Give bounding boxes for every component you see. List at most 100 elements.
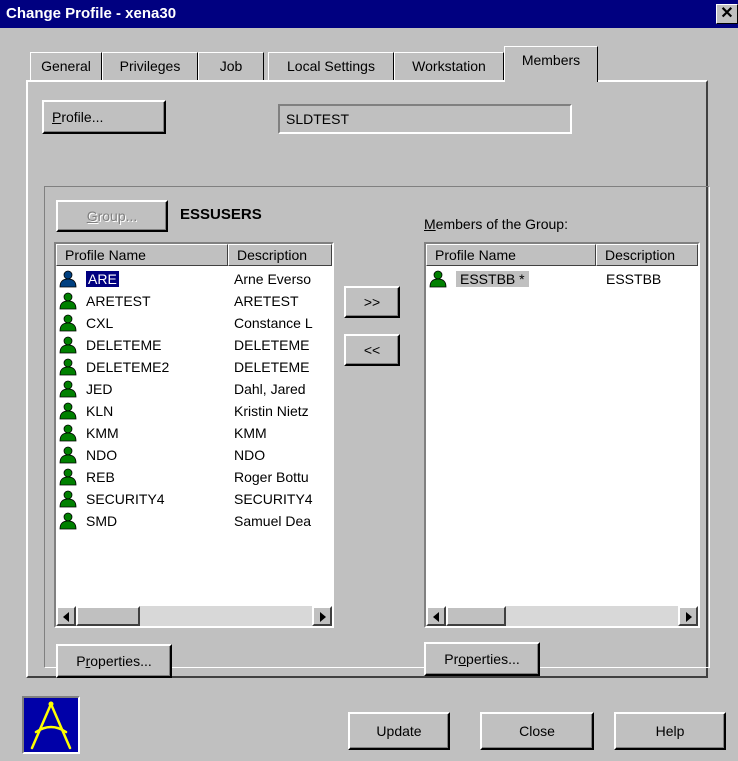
right-horizontal-scrollbar[interactable] [426,606,698,626]
tab-members[interactable]: Members [504,46,598,82]
profile-name-cell: JED [60,378,112,400]
description-cell: SECURITY4 [234,491,313,507]
profile-name-cell: KMM [60,422,119,444]
group-members-list[interactable]: Profile Name Description ESSTBB * ESSTBB [424,242,700,628]
profile-name-text: ARETEST [86,293,151,309]
description-cell: NDO [234,447,266,463]
members-label-text: embers of the Group: [435,216,568,232]
profile-name-cell: REB [60,466,115,488]
profile-name-text: ESSTBB * [456,271,529,287]
profile-name-text: CXL [86,315,114,331]
profile-name-text: REB [86,469,115,485]
list-item[interactable]: KLN Kristin Nietz [56,400,332,422]
list-item[interactable]: ARETEST ARETEST [56,290,332,312]
profile-name-cell: ARE [60,268,120,290]
close-icon[interactable]: ✕ [716,4,738,24]
tab-privileges[interactable]: Privileges [102,52,198,80]
list-item[interactable]: ARE Arne Everso [56,268,332,290]
tab-general-label: General [41,58,91,74]
description-cell: KMM [234,425,267,441]
list-item[interactable]: SECURITY4 SECURITY4 [56,488,332,510]
title-bar: Change Profile - xena30 ✕ [0,0,738,28]
tab-job[interactable]: Job [198,52,264,80]
add-member-button[interactable]: >> [344,286,400,318]
list-item[interactable]: JED Dahl, Jared [56,378,332,400]
profile-name-cell: KLN [60,400,113,422]
profile-name-cell: ESSTBB * [430,268,529,290]
available-profiles-list[interactable]: Profile Name Description ARE Arne Everso A… [54,242,334,628]
properties-left-pre: P [76,653,86,669]
group-button-label: roup... [97,208,138,224]
properties-right-accel: o [458,651,467,667]
list-item[interactable]: NDO NDO [56,444,332,466]
list-item[interactable]: DELETEME DELETEME [56,334,332,356]
profile-name-text: NDO [86,447,118,463]
group-button[interactable]: Group... [56,200,168,232]
properties-left-button[interactable]: Properties... [56,644,172,678]
list-item[interactable]: DELETEME2 DELETEME [56,356,332,378]
list-item[interactable]: SMD Samuel Dea [56,510,332,532]
profile-name-cell: SECURITY4 [60,488,165,510]
compass-icon [30,701,72,750]
profile-name-cell: ARETEST [60,290,151,312]
scroll-right-icon[interactable] [312,606,332,626]
left-horizontal-scrollbar[interactable] [56,606,332,626]
tab-general[interactable]: General [30,52,102,80]
profile-name-field: SLDTEST [278,104,572,134]
description-cell: Arne Everso [234,271,312,287]
update-button[interactable]: Update [348,712,450,750]
profile-name-cell: NDO [60,444,117,466]
profile-name-text: DELETEME2 [86,359,170,375]
tab-members-label: Members [521,52,581,68]
right-col-description[interactable]: Description [596,244,698,266]
description-cell: DELETEME [234,337,310,353]
list-item[interactable]: REB Roger Bottu [56,466,332,488]
scroll-thumb[interactable] [76,606,140,626]
tab-job-label: Job [219,58,243,74]
profile-name-text: DELETEME [86,337,162,353]
profile-button[interactable]: Profile... [42,100,166,134]
help-button[interactable]: Help [614,712,726,750]
properties-left-rest: operties... [90,653,152,669]
tab-privileges-label: Privileges [119,58,181,74]
group-button-accel: G [86,208,98,224]
description-cell: ARETEST [234,293,299,309]
profile-button-label: rofile... [61,109,104,125]
tab-workstation[interactable]: Workstation [394,52,504,80]
list-item[interactable]: CXL Constance L [56,312,332,334]
right-col-profile-name[interactable]: Profile Name [426,244,596,266]
left-col-profile-name[interactable]: Profile Name [56,244,228,266]
members-label-accel: M [424,216,436,232]
description-cell: Constance L [234,315,313,331]
scroll-thumb[interactable] [446,606,506,626]
profile-button-accel: P [52,109,62,125]
members-of-group-label: Members of the Group: [424,216,568,232]
profile-name-cell: CXL [60,312,113,334]
close-button[interactable]: Close [480,712,594,750]
profile-name-cell: DELETEME2 [60,356,169,378]
left-col-description[interactable]: Description [228,244,332,266]
tab-local-settings[interactable]: Local Settings [268,52,394,80]
profile-name-text: SMD [86,513,118,529]
profile-name-text: KMM [86,425,119,441]
description-cell: Roger Bottu [234,469,309,485]
list-item[interactable]: ESSTBB * ESSTBB [426,268,698,290]
remove-member-button[interactable]: << [344,334,400,366]
description-cell: DELETEME [234,359,310,375]
scroll-left-icon[interactable] [56,606,76,626]
profile-name-cell: SMD [60,510,117,532]
description-cell: Dahl, Jared [234,381,306,397]
description-cell: ESSTBB [606,271,662,287]
profile-name-text: JED [86,381,113,397]
tab-workstation-label: Workstation [412,58,486,74]
properties-right-button[interactable]: Properties... [424,642,540,676]
description-cell: Kristin Nietz [234,403,309,419]
profile-name-text: ARE [85,270,120,288]
profile-name-text: SECURITY4 [86,491,165,507]
properties-right-rest: perties... [466,651,520,667]
properties-right-pre: Pr [444,651,459,667]
scroll-right-icon[interactable] [678,606,698,626]
list-item[interactable]: KMM KMM [56,422,332,444]
scroll-left-icon[interactable] [426,606,446,626]
tab-local-settings-label: Local Settings [287,58,375,74]
